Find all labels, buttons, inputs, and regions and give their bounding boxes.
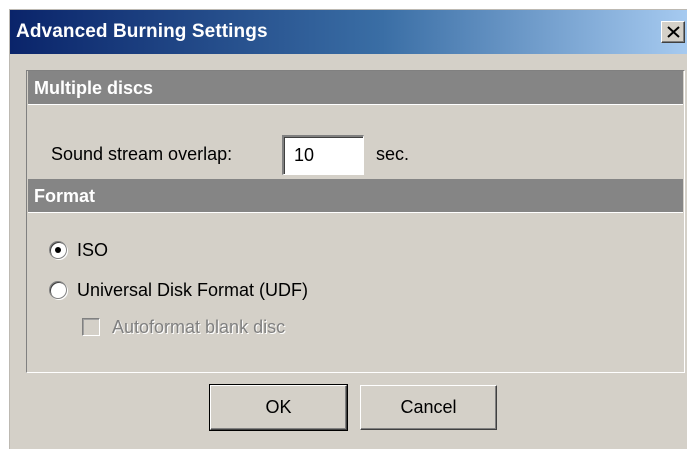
advanced-burning-settings-dialog: Advanced Burning Settings Multiple discs… <box>9 9 687 449</box>
dialog-title: Advanced Burning Settings <box>16 21 268 42</box>
close-icon <box>667 26 680 38</box>
ok-button[interactable]: OK <box>209 384 348 431</box>
format-header-label: Format <box>34 186 96 206</box>
radio-selected-dot <box>55 247 61 253</box>
autoformat-checkbox[interactable] <box>82 318 100 336</box>
autoformat-label: Autoformat blank disc <box>112 317 286 337</box>
format-header: Format <box>28 179 683 213</box>
close-button[interactable] <box>661 21 685 43</box>
cancel-button[interactable]: Cancel <box>360 385 497 430</box>
udf-label[interactable]: Universal Disk Format (UDF) <box>77 280 308 301</box>
multiple-discs-header-label: Multiple discs <box>34 78 154 98</box>
iso-radio[interactable] <box>49 241 67 259</box>
sound-stream-overlap-input[interactable] <box>282 135 364 175</box>
multiple-discs-header: Multiple discs <box>28 71 683 105</box>
overlap-unit-label: sec. <box>376 144 410 164</box>
udf-radio[interactable] <box>49 281 67 299</box>
sound-stream-overlap-label: Sound stream overlap: <box>51 144 233 164</box>
title-bar[interactable]: Advanced Burning Settings <box>10 10 687 54</box>
iso-label[interactable]: ISO <box>77 240 108 261</box>
